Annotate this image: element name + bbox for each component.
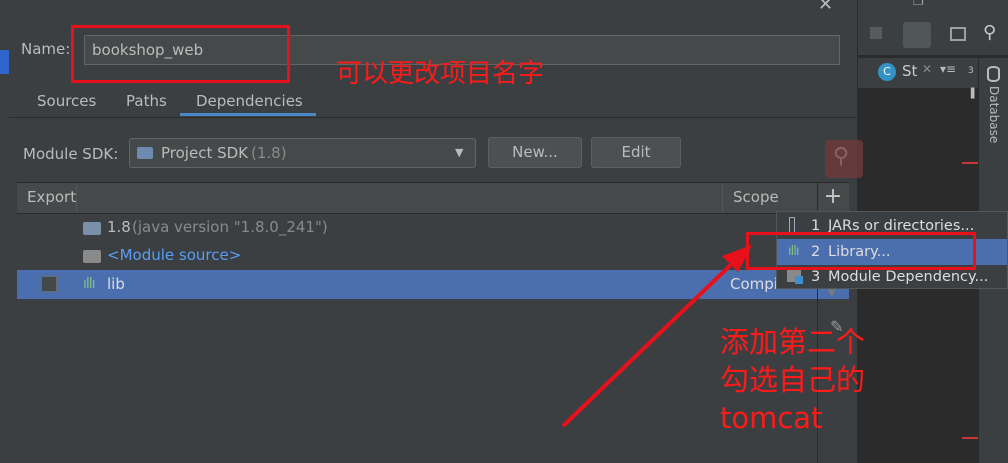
annotation-arrow: [561, 245, 752, 428]
arrow-shaft: [561, 254, 742, 428]
